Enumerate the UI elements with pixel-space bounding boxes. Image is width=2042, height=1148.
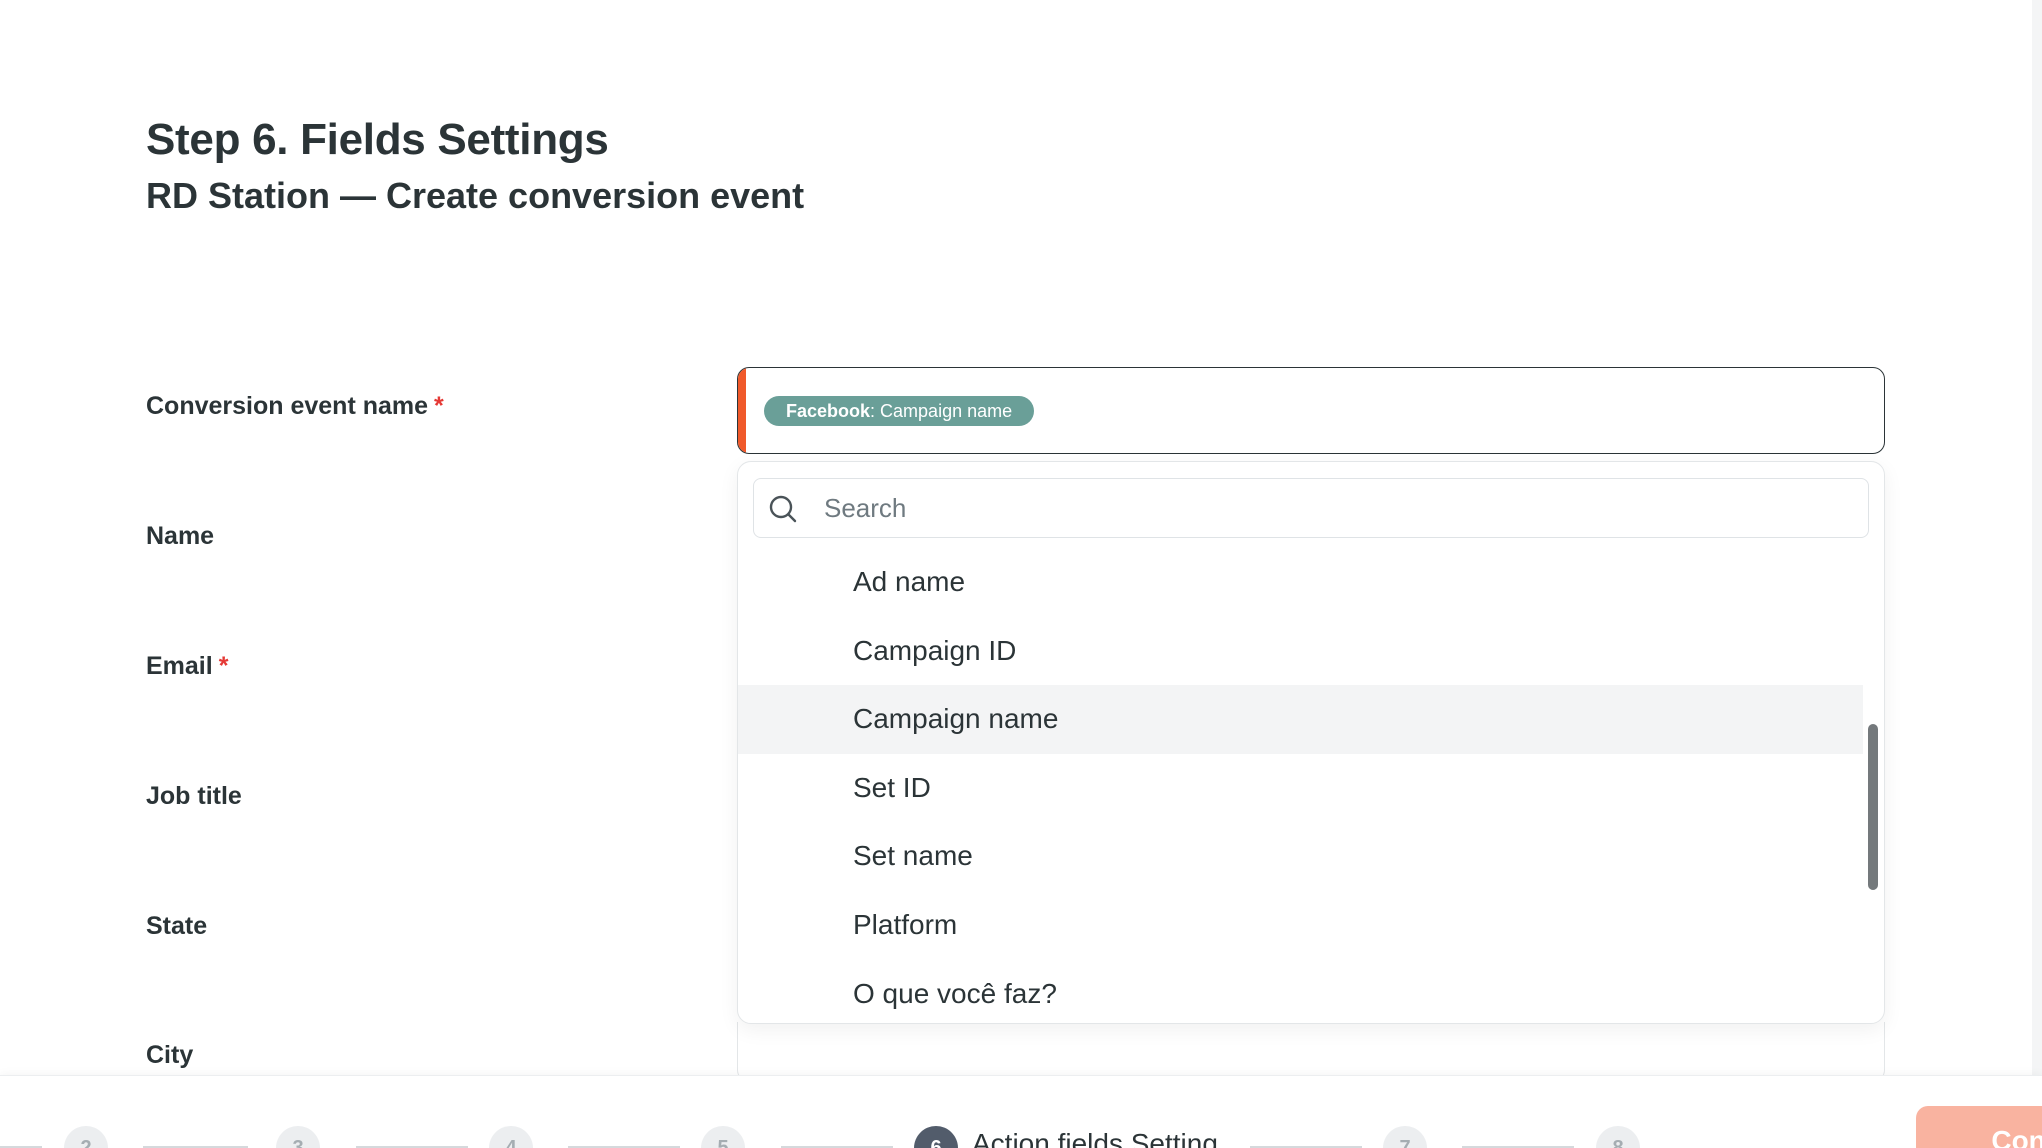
field-label-city: City bbox=[146, 1041, 193, 1070]
field-label-email: Email * bbox=[146, 652, 228, 681]
field-label-job-title: Job title bbox=[146, 782, 242, 811]
footer-stepper-bar: 2 3 4 5 6 Action fields Setting 7 8 Cont… bbox=[0, 1075, 2042, 1148]
page-header: Step 6. Fields Settings RD Station — Cre… bbox=[146, 112, 804, 222]
conversion-event-name-select[interactable]: Facebook: Campaign name bbox=[737, 367, 1885, 454]
option-ad-name[interactable]: Ad name bbox=[738, 548, 1863, 617]
field-label-text: Name bbox=[146, 522, 215, 550]
option-campaign-id[interactable]: Campaign ID bbox=[738, 617, 1863, 686]
dropdown-scrollbar[interactable] bbox=[1868, 724, 1878, 890]
field-label-conversion-event-name: Conversion event name * bbox=[146, 392, 444, 421]
continue-button[interactable]: Continue bbox=[1916, 1106, 2042, 1148]
field-label-text: Job title bbox=[146, 782, 242, 810]
active-field-accent bbox=[738, 368, 746, 453]
dropdown-search bbox=[753, 478, 1869, 538]
selected-value-chip[interactable]: Facebook: Campaign name bbox=[764, 396, 1035, 426]
option-platform[interactable]: Platform bbox=[738, 891, 1863, 960]
step-3[interactable]: 3 bbox=[276, 1126, 320, 1148]
option-campaign-name[interactable]: Campaign name bbox=[738, 685, 1863, 754]
step-4[interactable]: 4 bbox=[489, 1126, 533, 1148]
chip-source: Facebook bbox=[786, 401, 871, 421]
search-input[interactable] bbox=[824, 479, 1854, 537]
field-label-text: State bbox=[146, 912, 208, 940]
chip-field: Campaign name bbox=[880, 401, 1013, 421]
active-step-label: Action fields Setting bbox=[972, 1128, 1218, 1148]
option-set-id[interactable]: Set ID bbox=[738, 754, 1863, 823]
search-icon bbox=[769, 495, 797, 523]
field-label-state: State bbox=[146, 912, 207, 941]
chip-separator: : bbox=[870, 401, 881, 421]
option-o-que-voce-faz[interactable]: O que você faz? bbox=[738, 960, 1863, 1023]
field-label-text: Email bbox=[146, 652, 213, 680]
page-subtitle: RD Station — Create conversion event bbox=[146, 175, 805, 216]
field-label-name: Name bbox=[146, 522, 214, 551]
option-list: Ad name Campaign ID Campaign name Set ID… bbox=[738, 548, 1863, 1023]
required-marker: * bbox=[218, 652, 229, 680]
page-scrollbar[interactable] bbox=[2032, 0, 2042, 1075]
option-set-name[interactable]: Set name bbox=[738, 822, 1863, 891]
step-6[interactable]: 6 bbox=[914, 1126, 958, 1148]
step-7[interactable]: 7 bbox=[1383, 1126, 1427, 1148]
step-5[interactable]: 5 bbox=[701, 1126, 745, 1148]
field-label-text: City bbox=[146, 1041, 194, 1069]
field-label-text: Conversion event name bbox=[146, 392, 429, 420]
step-8[interactable]: 8 bbox=[1596, 1126, 1640, 1148]
step-2[interactable]: 2 bbox=[64, 1126, 108, 1148]
field-options-dropdown: Ad name Campaign ID Campaign name Set ID… bbox=[737, 461, 1885, 1024]
page-title: Step 6. Fields Settings bbox=[146, 115, 609, 164]
city-field-input[interactable] bbox=[737, 1022, 1885, 1082]
required-marker: * bbox=[434, 392, 444, 420]
